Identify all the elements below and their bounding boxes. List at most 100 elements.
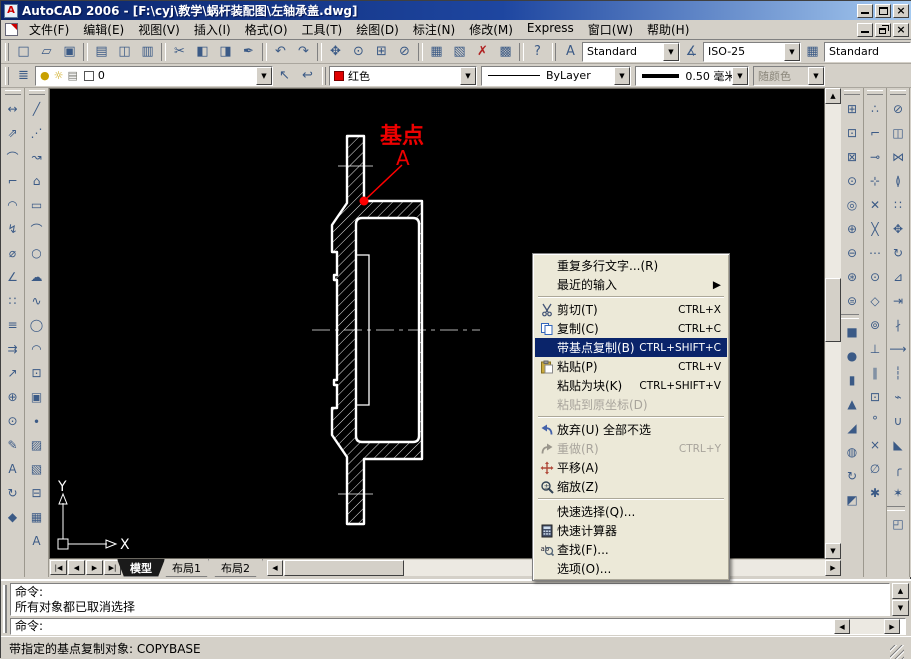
make-block-button[interactable]: ▣ — [26, 385, 48, 409]
dim-continue-button[interactable]: ⇉ — [2, 337, 24, 361]
scroll-up-button[interactable]: ▲ — [825, 88, 841, 104]
snap-from-button[interactable]: ⌐ — [864, 121, 886, 145]
zoom-center-button[interactable]: ⊙ — [841, 169, 863, 193]
quick-leader-button[interactable]: ↗ — [2, 361, 24, 385]
draw-table-button[interactable]: ▦ — [26, 505, 48, 529]
snap-endpoint-button[interactable]: ⊸ — [864, 145, 886, 169]
snap-node-button[interactable]: ° — [864, 409, 886, 433]
solid-box-button[interactable]: ■ — [841, 320, 863, 344]
cut-clip-button[interactable]: ✂ — [168, 41, 191, 63]
dim-ordinate-button[interactable]: ⌐ — [2, 169, 24, 193]
menu-express[interactable]: Express — [520, 19, 581, 40]
dim-angular-button[interactable]: ∠ — [2, 265, 24, 289]
linetype-combo[interactable]: ByLayer — [481, 66, 631, 86]
stretch-button[interactable]: ⇥ — [887, 289, 909, 313]
scroll-down-button[interactable]: ▼ — [825, 543, 841, 559]
make-object-layer-current-button[interactable]: ↖ — [273, 65, 296, 87]
zoom-all-button[interactable]: ⊛ — [841, 265, 863, 289]
menu-dimension[interactable]: 标注(N) — [406, 19, 462, 40]
lineweight-combo[interactable]: 0.50 毫米 — [635, 66, 749, 86]
break-button[interactable]: ⌁ — [887, 385, 909, 409]
dim-diameter-button[interactable]: ⌀ — [2, 241, 24, 265]
zoom-out-button[interactable]: ⊖ — [841, 241, 863, 265]
snap-parallel-button[interactable]: ∥ — [864, 361, 886, 385]
layer-freeze-icon[interactable]: ☼ — [54, 69, 64, 82]
dim-style-combo[interactable]: ISO-25 — [703, 42, 801, 62]
open-file-button[interactable]: ▱ — [35, 41, 58, 63]
layer-previous-button[interactable]: ↩ — [296, 65, 319, 87]
toolbar-grip[interactable] — [5, 43, 9, 61]
trim-button[interactable]: ∤ — [887, 313, 909, 337]
solid-sphere-button[interactable]: ● — [841, 344, 863, 368]
help-button[interactable]: ? — [526, 41, 549, 63]
copy-object-button[interactable]: ◫ — [887, 121, 909, 145]
layer-combo[interactable]: ●☼▤ 0 — [35, 66, 273, 86]
text-style-dropdown-arrow[interactable] — [663, 43, 679, 61]
layer-dropdown-arrow[interactable] — [256, 67, 272, 85]
join-button[interactable]: ∪ — [887, 409, 909, 433]
draw-point-button[interactable]: ∙ — [26, 409, 48, 433]
break-at-point-button[interactable]: ┆ — [887, 361, 909, 385]
move-button[interactable]: ✥ — [887, 217, 909, 241]
undo-button[interactable]: ↶ — [269, 41, 292, 63]
snap-extension-button[interactable]: ⋯ — [864, 241, 886, 265]
toolbar-grip[interactable] — [322, 67, 326, 85]
dim-linear-button[interactable]: ↔ — [2, 97, 24, 121]
vertical-scroll-thumb[interactable] — [825, 278, 841, 342]
array-button[interactable]: ∷ — [887, 193, 909, 217]
dim-style-manager-button[interactable]: ◆ — [2, 505, 24, 529]
draw-arc-button[interactable]: ⌒ — [26, 217, 48, 241]
copy-clip-button[interactable]: ◧ — [191, 41, 214, 63]
context-menu-item-repeat-mtext[interactable]: 重复多行文字...(R) — [535, 256, 727, 275]
toolbar-grip[interactable] — [552, 43, 556, 61]
sheet-set-manager-button[interactable]: ▦ — [425, 41, 448, 63]
doc-restore-button[interactable] — [875, 23, 891, 37]
context-menu-item-quickcalc[interactable]: 快速计算器 — [535, 521, 727, 540]
extend-button[interactable]: ⟶ — [887, 337, 909, 361]
context-menu-item-cut[interactable]: 剪切(T)CTRL+X — [535, 300, 727, 319]
command-window-grip[interactable] — [3, 585, 7, 633]
menu-modify[interactable]: 修改(M) — [462, 19, 520, 40]
draw-revcloud-button[interactable]: ☁ — [26, 265, 48, 289]
snap-intersection-button[interactable]: ✕ — [864, 193, 886, 217]
context-menu-item-recent-input[interactable]: 最近的输入▶ — [535, 275, 727, 294]
draw-hatch-button[interactable]: ▨ — [26, 433, 48, 457]
command-scroll-left-button[interactable]: ◀ — [834, 619, 850, 634]
dim-aligned-button[interactable]: ⇗ — [2, 121, 24, 145]
menu-view[interactable]: 视图(V) — [131, 19, 187, 40]
dim-style-dropdown-arrow[interactable] — [784, 43, 800, 61]
quick-dimension-button[interactable]: ∷ — [2, 289, 24, 313]
zoom-dynamic-button[interactable]: ⊡ — [841, 121, 863, 145]
dim-arc-length-button[interactable]: ⌒ — [2, 145, 24, 169]
close-button[interactable]: × — [893, 4, 909, 18]
menu-format[interactable]: 格式(O) — [238, 19, 295, 40]
zoom-window-button[interactable]: ⊞ — [370, 41, 393, 63]
text-style-manager-button[interactable]: A — [559, 41, 582, 63]
canvas-vertical-scrollbar[interactable]: ▲ ▼ — [825, 88, 841, 559]
command-hscroll-track[interactable] — [850, 619, 884, 634]
toolbar-grip[interactable] — [5, 67, 9, 85]
linetype-dropdown-arrow[interactable] — [614, 67, 630, 85]
zoom-scale-button[interactable]: ⊠ — [841, 145, 863, 169]
draw-polyline-button[interactable]: ↝ — [26, 145, 48, 169]
plot-preview-button[interactable]: ◫ — [113, 41, 136, 63]
mirror-button[interactable]: ⋈ — [887, 145, 909, 169]
draw-rectangle-button[interactable]: ▭ — [26, 193, 48, 217]
explode-button[interactable]: ✶ — [887, 481, 909, 505]
zoom-object-button[interactable]: ◎ — [841, 193, 863, 217]
menu-file[interactable]: 文件(F) — [22, 19, 76, 40]
draw-spline-button[interactable]: ∿ — [26, 289, 48, 313]
new-file-button[interactable]: □ — [12, 41, 35, 63]
table-style-manager-button[interactable]: ▦ — [801, 41, 824, 63]
orbit-3d-button[interactable]: ↻ — [841, 464, 863, 488]
maximize-button[interactable] — [875, 4, 891, 18]
toolbar-grip[interactable] — [5, 90, 21, 95]
menu-tools[interactable]: 工具(T) — [295, 19, 350, 40]
context-menu-item-options[interactable]: 选项(O)... — [535, 559, 727, 578]
draw-construction-line-button[interactable]: ⋰ — [26, 121, 48, 145]
dim-baseline-button[interactable]: ≡ — [2, 313, 24, 337]
command-scroll-up-button[interactable]: ▲ — [892, 583, 909, 599]
toolbar-grip[interactable] — [29, 90, 45, 95]
draw-mtext-button[interactable]: A — [26, 529, 48, 553]
draw-order-button[interactable]: ◰ — [887, 512, 909, 536]
